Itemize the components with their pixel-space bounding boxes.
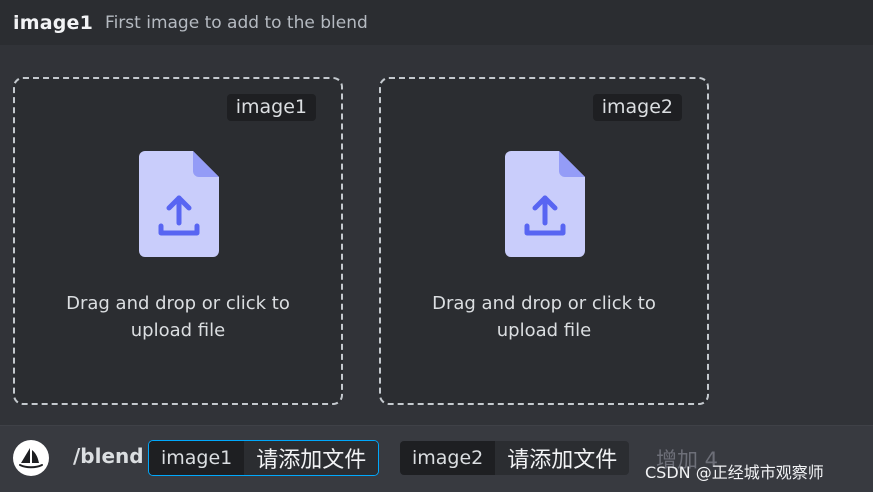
file-upload-icon xyxy=(139,151,219,257)
dropzone-text-line1: Drag and drop or click to xyxy=(432,293,656,314)
dropzone-text-line2: upload file xyxy=(130,320,226,341)
option-name: image1 xyxy=(13,11,94,34)
option-chip-image1[interactable]: image1 请添加文件 xyxy=(148,440,380,476)
option-chip-value: 请添加文件 xyxy=(244,441,379,475)
dropzone-tag: image1 xyxy=(226,94,316,121)
blend-command-window: image1 First image to add to the blend i… xyxy=(0,0,873,492)
dropzone-instructions: Drag and drop or click to upload file xyxy=(15,290,341,344)
option-chip-name: image1 xyxy=(149,441,245,475)
dropzone-text-line2: upload file xyxy=(496,320,592,341)
option-chip-value: 请添加文件 xyxy=(495,441,630,475)
watermark: CSDN @正经城市观察师 xyxy=(645,463,824,482)
command-input-bar: /blend image1 请添加文件 image2 请添加文件 增加 4 CS… xyxy=(0,425,873,492)
dropzone-text-line1: Drag and drop or click to xyxy=(66,293,290,314)
midjourney-sailboat-icon xyxy=(13,440,49,476)
file-upload-icon xyxy=(505,151,585,257)
dropzone-instructions: Drag and drop or click to upload file xyxy=(381,290,707,344)
upload-dropzone-image2[interactable]: image2 Drag and drop or click to upload … xyxy=(379,77,709,405)
option-chip-name: image2 xyxy=(400,441,496,475)
upload-dropzone-image1[interactable]: image1 Drag and drop or click to upload … xyxy=(13,77,343,405)
option-header: image1 First image to add to the blend xyxy=(0,0,873,45)
option-description: First image to add to the blend xyxy=(105,12,368,33)
slash-command: /blend xyxy=(73,444,144,468)
dropzone-tag: image2 xyxy=(592,94,682,121)
option-chip-image2[interactable]: image2 请添加文件 xyxy=(399,440,630,476)
